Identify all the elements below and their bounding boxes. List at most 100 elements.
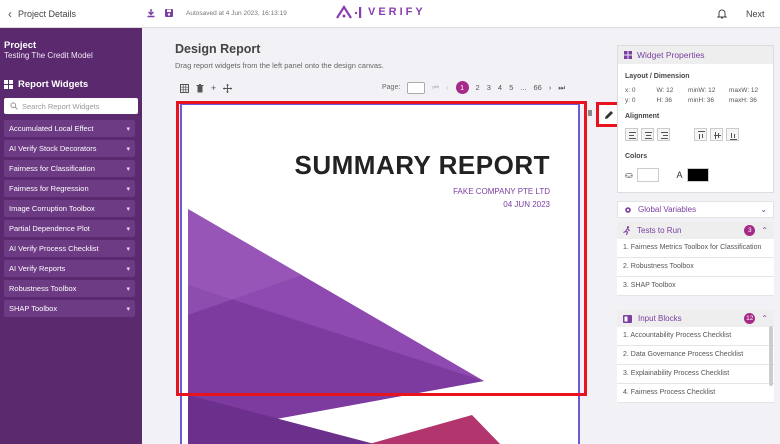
align-right-button[interactable]: [657, 128, 670, 141]
align-top-button[interactable]: [694, 128, 707, 141]
back-label: Project Details: [18, 9, 77, 19]
align-left-button[interactable]: [625, 128, 638, 141]
chevron-down-icon: ▾: [126, 185, 130, 193]
chevron-down-icon: ▾: [126, 125, 130, 133]
chevron-down-icon: ⌄: [760, 205, 767, 214]
maxh-value: maxH: 36: [729, 97, 757, 104]
widget-item-label: AI Verify Reports: [9, 264, 66, 273]
align-center-button[interactable]: [641, 128, 654, 141]
dimension-values: x: 0 W: 12 minW: 12 maxW: 12 y: 0 H: 36 …: [625, 87, 770, 104]
properties-header: Widget Properties: [618, 46, 773, 64]
canvas-toolbar: +: [180, 83, 233, 93]
input-blocks-header[interactable]: Input Blocks 12 ⌃: [617, 310, 774, 327]
widget-item[interactable]: Partial Dependence Plot ▾: [4, 220, 135, 237]
back-button[interactable]: ‹ Project Details: [8, 7, 76, 21]
chevron-left-icon: ‹: [8, 7, 12, 21]
widget-item-label: Fairness for Classification: [9, 164, 95, 173]
page-subtitle: Drag report widgets from the left panel …: [175, 61, 384, 70]
page-ellipsis: ...: [520, 83, 527, 92]
input-blocks-count-badge: 12: [744, 313, 756, 324]
add-icon[interactable]: +: [211, 83, 216, 93]
input-block-icon: [623, 314, 632, 323]
next-button[interactable]: Next: [746, 9, 765, 19]
widget-item-label: Partial Dependence Plot: [9, 224, 90, 233]
properties-title: Widget Properties: [637, 50, 705, 60]
widget-item-label: AI Verify Stock Decorators: [9, 144, 97, 153]
widget-handle[interactable]: [588, 110, 592, 116]
input-block-item: 3. Explainability Process Checklist: [617, 365, 774, 384]
input-blocks-title: Input Blocks: [638, 314, 682, 323]
move-icon[interactable]: [223, 83, 233, 93]
page-button[interactable]: 3: [487, 83, 491, 92]
pagination: Page: ⏮ ‹ 1 2 3 4 5 ... 66 › ⏭: [382, 81, 565, 94]
widget-item[interactable]: Image Corruption Toolbox ▾: [4, 200, 135, 217]
widget-item[interactable]: SHAP Toolbox ▾: [4, 300, 135, 317]
alignment-buttons: [625, 128, 739, 141]
chevron-down-icon: ▾: [126, 265, 130, 273]
widget-item-label: Fairness for Regression: [9, 184, 89, 193]
chevron-up-icon: ⌃: [761, 226, 768, 235]
panel-scrollbar[interactable]: [769, 326, 773, 386]
next-page-icon[interactable]: ›: [549, 83, 552, 92]
widget-item[interactable]: Accumulated Local Effect ▾: [4, 120, 135, 137]
last-page-icon[interactable]: ⏭: [558, 83, 565, 93]
page-number-input[interactable]: [407, 81, 426, 94]
widget-item-label: Robustness Toolbox: [9, 284, 77, 293]
test-item: 2. Robustness Toolbox: [617, 258, 774, 277]
input-block-item: 4. Fairness Process Checklist: [617, 384, 774, 403]
input-blocks-accordion: Input Blocks 12 ⌃ 1. Accountability Proce…: [617, 310, 774, 403]
tests-count-badge: 3: [744, 225, 756, 236]
maxw-value: maxW: 12: [729, 87, 759, 94]
search-input[interactable]: [22, 101, 132, 111]
design-canvas[interactable]: SUMMARY REPORT FAKE COMPANY PTE LTD 04 J…: [180, 103, 580, 444]
trash-icon[interactable]: [196, 83, 204, 93]
logo-text: VERIFY: [368, 6, 426, 18]
widget-item-label: Accumulated Local Effect: [9, 124, 94, 133]
global-variables-accordion[interactable]: Global Variables ⌄: [617, 201, 774, 218]
widget-item-label: Image Corruption Toolbox: [9, 204, 95, 213]
h-value: H: 36: [656, 97, 673, 104]
project-name: Testing The Credit Model: [4, 51, 93, 60]
page-button[interactable]: 5: [509, 83, 513, 92]
widget-list: Accumulated Local Effect ▾ AI Verify Stoc…: [4, 120, 135, 320]
test-item: 1. Fairness Metrics Toolbox for Classifi…: [617, 239, 774, 258]
chevron-down-icon: ▾: [126, 165, 130, 173]
input-block-item: 1. Accountability Process Checklist: [617, 327, 774, 346]
chevron-down-icon: ▾: [126, 145, 130, 153]
widgets-grid-icon: [4, 80, 13, 89]
grid-icon[interactable]: [180, 83, 189, 93]
page-button[interactable]: 2: [476, 83, 480, 92]
widget-item[interactable]: Fairness for Regression ▾: [4, 180, 135, 197]
report-title: SUMMARY REPORT: [294, 150, 550, 180]
chevron-down-icon: ▾: [126, 285, 130, 293]
global-variables-header[interactable]: Global Variables ⌄: [617, 201, 774, 218]
logo-mark-icon: [336, 5, 362, 19]
save-icon[interactable]: [164, 8, 174, 18]
report-widgets-title: Report Widgets: [18, 79, 89, 90]
logo: VERIFY: [336, 5, 426, 19]
background-color-swatch[interactable]: [636, 168, 659, 182]
page-button[interactable]: 4: [498, 83, 502, 92]
top-bar: ‹ Project Details Autosaved at 4 Jun 202…: [0, 0, 780, 28]
align-bottom-button[interactable]: [726, 128, 739, 141]
tests-header[interactable]: Tests to Run 3 ⌃: [617, 222, 774, 239]
input-block-item: 2. Data Governance Process Checklist: [617, 346, 774, 365]
download-icon[interactable]: [146, 8, 156, 18]
first-page-icon[interactable]: ⏮: [432, 83, 439, 93]
prev-page-icon[interactable]: ‹: [446, 83, 449, 92]
bell-icon[interactable]: [717, 8, 727, 19]
widget-item[interactable]: Fairness for Classification ▾: [4, 160, 135, 177]
page-button[interactable]: 1: [455, 81, 469, 94]
widget-item[interactable]: Robustness Toolbox ▾: [4, 280, 135, 297]
search-box[interactable]: [4, 98, 138, 114]
widget-item[interactable]: AI Verify Reports ▾: [4, 260, 135, 277]
text-color-swatch[interactable]: [686, 168, 709, 182]
widget-item[interactable]: AI Verify Stock Decorators ▾: [4, 140, 135, 157]
align-middle-button[interactable]: [710, 128, 723, 141]
widget-item[interactable]: AI Verify Process Checklist ▾: [4, 240, 135, 257]
w-value: W: 12: [656, 87, 674, 94]
x-value: x: 0: [625, 87, 636, 94]
page-button[interactable]: 66: [534, 83, 542, 92]
run-icon: [623, 226, 630, 235]
colors-label: Colors: [625, 153, 648, 160]
